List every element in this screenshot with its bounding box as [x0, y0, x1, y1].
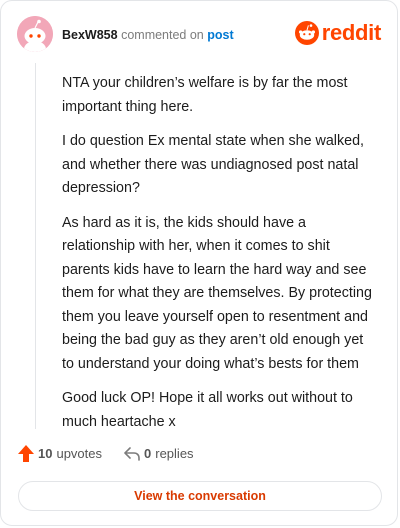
comment-paragraph: Good luck OP! Hope it all works out with… [62, 390, 353, 430]
replies[interactable]: 0 replies [124, 446, 194, 461]
reddit-logo[interactable]: reddit [294, 20, 382, 46]
comment-meta: 10 upvotes 0 replies [18, 445, 194, 462]
reply-arrow-icon [124, 446, 140, 461]
reply-count: 0 [144, 446, 152, 461]
reddit-logo-icon [294, 21, 319, 45]
view-conversation-button[interactable]: View the conversation [18, 481, 382, 511]
comment-body: NTA your children’s welfare is by far th… [62, 72, 372, 445]
comment-paragraph: I do question Ex mental state when she w… [62, 133, 365, 196]
thread-line [35, 63, 36, 429]
brand-wordmark: reddit [321, 20, 382, 45]
snoo-avatar-icon [17, 16, 53, 52]
comment-paragraph: NTA your children’s welfare is by far th… [62, 75, 348, 115]
post-link[interactable]: post [207, 28, 233, 42]
upvotes[interactable]: 10 upvotes [18, 445, 102, 462]
avatar[interactable] [17, 16, 53, 52]
comment-card: BexW858 commented on post reddit NTA you… [0, 0, 398, 526]
action-text: commented on [121, 28, 204, 42]
upvote-label: upvotes [56, 446, 103, 461]
upvote-arrow-icon [18, 445, 34, 462]
reply-label: replies [155, 446, 194, 461]
username[interactable]: BexW858 [62, 28, 118, 42]
upvote-count: 10 [38, 446, 53, 461]
comment-paragraph: As hard as it is, the kids should have a… [62, 214, 372, 372]
comment-header: BexW858 commented on post [62, 27, 234, 43]
